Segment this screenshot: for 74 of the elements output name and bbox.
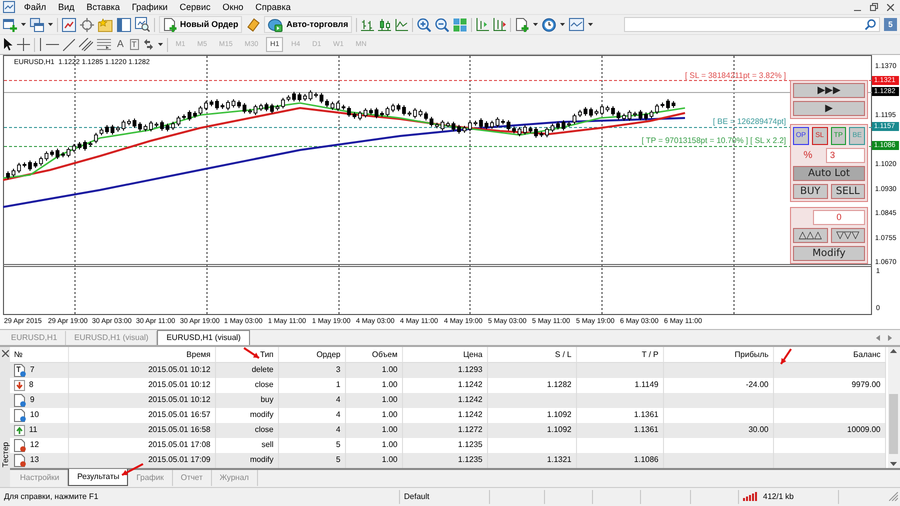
profile-name: Default [404, 490, 430, 502]
table-cell: 4 [278, 422, 345, 438]
table-cell: 11 [29, 424, 38, 436]
table-cell: 8 [29, 379, 34, 392]
table-cell: 10009.00 [773, 422, 885, 438]
table-cell: 2015.05.01 10:12 [68, 392, 215, 408]
table-cell: 1.1272 [402, 422, 487, 438]
risk-field[interactable]: 3 [826, 148, 865, 163]
column-header[interactable]: Объем [345, 347, 402, 363]
risk-label: % [802, 149, 814, 163]
table-cell: 12 [30, 439, 39, 452]
column-header[interactable]: Баланс [773, 347, 885, 363]
table-cell: 1.00 [345, 422, 402, 438]
menu-item[interactable]: Справка [249, 1, 297, 13]
column-header[interactable]: Прибыль [663, 347, 773, 363]
auto-trading-button[interactable]: Авто-торговля [264, 16, 352, 33]
sell-button[interactable]: SELL [830, 184, 865, 199]
table-cell: 2015.05.01 10:12 [68, 362, 215, 378]
table-cell: 2015.05.01 17:09 [68, 452, 215, 468]
table-cell: 9 [30, 394, 34, 406]
table-cell: delete [215, 362, 278, 378]
chart-tab[interactable]: EURUSD,H1 (visual) [157, 330, 250, 345]
column-header[interactable]: T / P [576, 347, 663, 363]
table-cell: buy [215, 392, 278, 408]
table-cell: 1.00 [345, 452, 402, 468]
notification-badge[interactable]: 5 [884, 18, 897, 31]
table-cell: 10 [30, 409, 39, 422]
modify-button[interactable]: Modify [793, 246, 865, 261]
table-cell: 3 [278, 362, 345, 378]
menu-item[interactable]: Сервис [174, 1, 216, 13]
table-cell: 5 [278, 452, 345, 468]
menu-item[interactable]: Вставка [80, 1, 126, 13]
table-cell: 1.00 [345, 392, 402, 408]
fast-trade-button[interactable]: ▶ [793, 101, 865, 116]
menu-item[interactable]: Окно [216, 1, 250, 13]
table-cell: 4 [278, 392, 345, 408]
table-cell: 1.1293 [402, 362, 487, 378]
trade-level-label: [ BE = 126289474pt] [712, 117, 786, 127]
table-cell: 1.1086 [576, 452, 663, 468]
table-cell: 1.1235 [402, 452, 487, 468]
table-cell: 1.1242 [402, 392, 487, 408]
points-field[interactable]: 0 [813, 210, 865, 225]
text-tool[interactable]: A [115, 38, 126, 50]
status-text: Для справки, нажмите F1 [4, 490, 98, 503]
trade-level-label: [ TP = 97013158pt = 10.70% ] [ SL x 2.2] [642, 136, 786, 146]
table-cell: 1.00 [345, 362, 402, 378]
step-down-button[interactable]: ▽▽▽ [830, 228, 865, 243]
traffic-text: 412/1 kb [763, 490, 794, 502]
table-cell: 1.1361 [576, 422, 663, 438]
menu-item[interactable]: Файл [18, 1, 52, 13]
trade-level-label: [ SL = 38184211pt = 3.82% ] [685, 71, 786, 81]
table-cell: 1.1092 [487, 422, 576, 438]
table-cell: 2015.05.01 16:58 [68, 422, 215, 438]
new-order-button[interactable]: Новый Ордер [159, 16, 242, 33]
column-header[interactable]: S / L [487, 347, 576, 363]
menu-item[interactable]: Графики [126, 1, 174, 13]
table-cell: 30.00 [663, 422, 773, 438]
panel-title: Тестер [0, 442, 10, 467]
table-cell: modify [215, 452, 278, 468]
buy-button[interactable]: BUY [793, 184, 828, 199]
table-cell: 13 [30, 454, 39, 466]
column-header[interactable]: Время [68, 347, 215, 363]
auto-lot-button[interactable]: Auto Lot [793, 166, 865, 181]
column-header[interactable]: Тип [215, 347, 278, 363]
table-cell: 7 [30, 364, 34, 376]
step-up-button[interactable]: △△△ [793, 228, 828, 243]
menu-item[interactable]: Вид [52, 1, 80, 13]
table-cell: 1.1321 [487, 452, 576, 468]
column-header[interactable]: Ордер [278, 347, 345, 363]
table-cell: close [215, 422, 278, 438]
text-label-tool[interactable]: T [130, 39, 139, 50]
column-header[interactable]: Цена [402, 347, 487, 363]
tester-tab[interactable]: Результаты [68, 469, 128, 486]
fast-trade-button[interactable]: ▶▶▶ [793, 83, 865, 98]
